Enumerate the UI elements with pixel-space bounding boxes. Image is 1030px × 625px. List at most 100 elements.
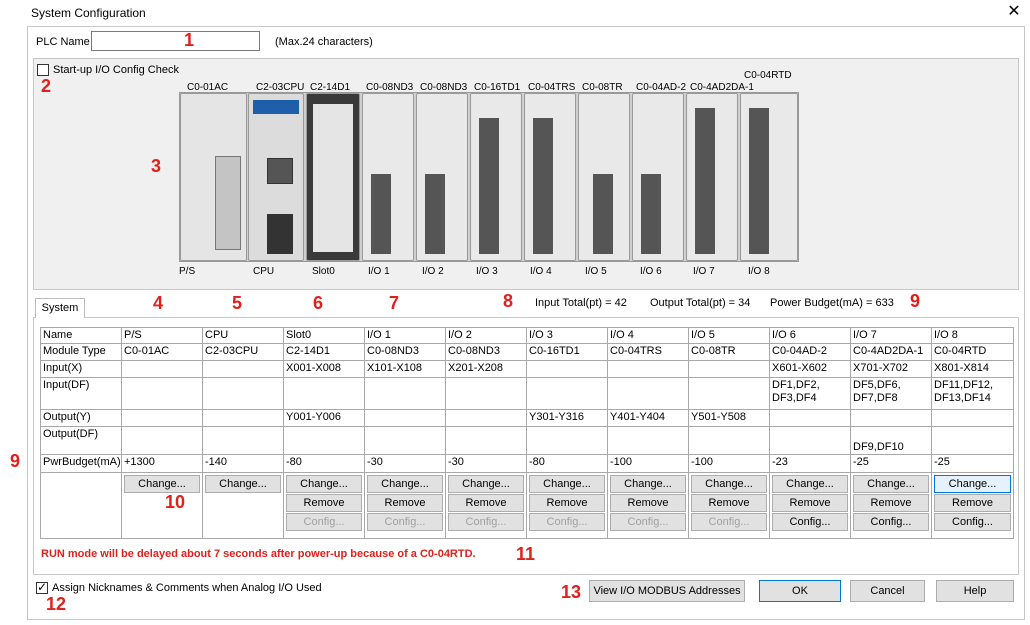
table-cell: [202, 360, 284, 378]
table-cell: -140: [202, 454, 284, 473]
startup-check-checkbox[interactable]: [37, 64, 49, 76]
table-cell: [202, 409, 284, 427]
module-ps[interactable]: [180, 93, 247, 261]
remove-io3-button[interactable]: Remove: [529, 494, 605, 512]
plc-rack[interactable]: [179, 92, 799, 262]
table-cell: +1300: [121, 454, 203, 473]
remove-io4-button[interactable]: Remove: [610, 494, 686, 512]
slot0-actions: Change... Remove Config...: [283, 472, 365, 539]
config-io7-button[interactable]: Config...: [853, 513, 929, 531]
view-modbus-addresses-button[interactable]: View I/O MODBUS Addresses: [589, 580, 745, 602]
plc-name-input[interactable]: [91, 31, 260, 51]
module-io8[interactable]: [740, 93, 798, 261]
serial-port-icon: [267, 214, 293, 254]
table-cell: [121, 409, 203, 427]
change-io4-button[interactable]: Change...: [610, 475, 686, 493]
slot-label: I/O 7: [693, 266, 715, 277]
callout-6: 6: [313, 293, 324, 313]
remove-io8-button[interactable]: Remove: [934, 494, 1011, 512]
close-icon[interactable]: ✕: [1004, 2, 1024, 22]
callout-5: 5: [232, 293, 243, 313]
table-cell: -25: [850, 454, 932, 473]
row-label: Output(DF): [40, 426, 122, 455]
tab-system[interactable]: System: [35, 298, 85, 318]
ethernet-port-icon: [267, 158, 293, 184]
table-cell: C0-16TD1: [526, 343, 608, 361]
plc-name-hint: (Max.24 characters): [275, 36, 373, 48]
table-cell: [364, 409, 446, 427]
table-cell: [769, 409, 851, 427]
io4-actions: Change... Remove Config...: [607, 472, 689, 539]
table-cell: -30: [445, 454, 527, 473]
module-cpu[interactable]: [248, 93, 304, 261]
remove-io6-button[interactable]: Remove: [772, 494, 848, 512]
change-io7-button[interactable]: Change...: [853, 475, 929, 493]
callout-1: 1: [184, 30, 195, 50]
module-io6[interactable]: [632, 93, 684, 261]
module-io2[interactable]: [416, 93, 468, 261]
io5-actions: Change... Remove Config...: [688, 472, 770, 539]
change-io1-button[interactable]: Change...: [367, 475, 443, 493]
config-io8-button[interactable]: Config...: [934, 513, 1011, 531]
table-cell: DF9,DF10: [850, 426, 932, 455]
table-cell: C0-08ND3: [445, 343, 527, 361]
io-terminal-block: [479, 118, 499, 254]
change-io3-button[interactable]: Change...: [529, 475, 605, 493]
table-cell: -23: [769, 454, 851, 473]
config-slot0-button: Config...: [286, 513, 362, 531]
table-header-row: Name P/S CPU Slot0 I/O 1 I/O 2 I/O 3 I/O…: [40, 327, 1014, 344]
config-io6-button[interactable]: Config...: [772, 513, 848, 531]
table-cell: [850, 409, 932, 427]
help-button[interactable]: Help: [936, 580, 1014, 602]
table-cell: [202, 426, 284, 455]
button-row: Change... Change... Change... Remove Con…: [40, 472, 1014, 539]
table-cell: C0-08ND3: [364, 343, 446, 361]
table-row: PwrBudget(mA) +1300 -140 -80 -30 -30 -80…: [40, 454, 1014, 473]
table-cell: [283, 426, 365, 455]
module-slot0[interactable]: [306, 93, 360, 261]
remove-io2-button[interactable]: Remove: [448, 494, 524, 512]
column-header: I/O 1: [364, 327, 446, 344]
io-terminal-block: [593, 174, 613, 254]
module-io3[interactable]: [470, 93, 522, 261]
table-cell: [445, 426, 527, 455]
table-cell: -80: [283, 454, 365, 473]
table-cell: [202, 377, 284, 410]
io-terminal-block: [533, 118, 553, 254]
column-header: I/O 4: [607, 327, 689, 344]
change-io6-button[interactable]: Change...: [772, 475, 848, 493]
table-cell: -100: [607, 454, 689, 473]
table-row: Input(DF) DF1,DF2, DF3,DF4 DF5,DF6, DF7,…: [40, 377, 1014, 410]
table-cell: [688, 360, 770, 378]
row-label: Input(X): [40, 360, 122, 378]
table-cell: C2-14D1: [283, 343, 365, 361]
remove-slot0-button[interactable]: Remove: [286, 494, 362, 512]
change-io2-button[interactable]: Change...: [448, 475, 524, 493]
change-io5-button[interactable]: Change...: [691, 475, 767, 493]
table-cell: C0-04TRS: [607, 343, 689, 361]
cancel-button[interactable]: Cancel: [850, 580, 925, 602]
column-header: P/S: [121, 327, 203, 344]
change-io8-button[interactable]: Change...: [934, 475, 1011, 493]
remove-io5-button[interactable]: Remove: [691, 494, 767, 512]
remove-io7-button[interactable]: Remove: [853, 494, 929, 512]
io8-actions: Change... Remove Config...: [931, 472, 1014, 539]
assign-nicknames-checkbox[interactable]: [36, 580, 48, 594]
module-io7[interactable]: [686, 93, 738, 261]
startup-check-label: Start-up I/O Config Check: [53, 64, 179, 76]
module-io1[interactable]: [362, 93, 414, 261]
slot-label: I/O 5: [585, 266, 607, 277]
table-cell: C0-04RTD: [931, 343, 1014, 361]
module-io4[interactable]: [524, 93, 576, 261]
table-cell: [688, 426, 770, 455]
table-cell: Y501-Y508: [688, 409, 770, 427]
column-header: I/O 6: [769, 327, 851, 344]
table-cell: [526, 426, 608, 455]
table-cell: [445, 409, 527, 427]
change-slot0-button[interactable]: Change...: [286, 475, 362, 493]
change-cpu-button[interactable]: Change...: [205, 475, 281, 493]
module-io5[interactable]: [578, 93, 630, 261]
ok-button[interactable]: OK: [759, 580, 841, 602]
change-ps-button[interactable]: Change...: [124, 475, 200, 493]
remove-io1-button[interactable]: Remove: [367, 494, 443, 512]
